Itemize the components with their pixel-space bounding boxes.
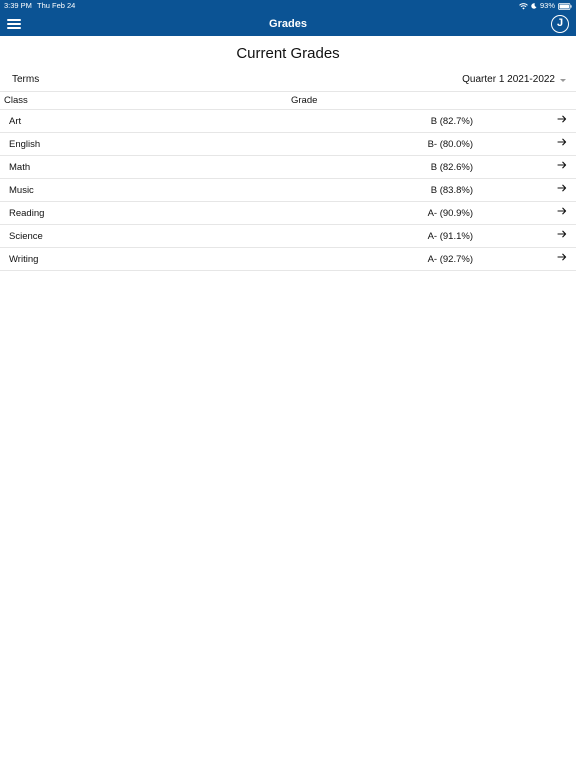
class-grade: B- (80.0%) [427, 139, 473, 150]
arrow-right-icon[interactable] [557, 160, 567, 170]
status-bar: 3:39 PM Thu Feb 24 93% [0, 0, 576, 12]
class-grade: B (82.6%) [430, 162, 473, 173]
class-name: Music [9, 185, 34, 196]
class-grade: A- (90.9%) [427, 208, 473, 219]
class-name: Art [9, 116, 22, 127]
table-row[interactable]: Math B (82.6%) [0, 156, 576, 179]
column-header-class: Class [4, 95, 28, 106]
status-time: 3:39 PM [4, 1, 32, 10]
class-grade: A- (92.7%) [427, 254, 473, 265]
battery-icon [558, 2, 572, 10]
grades-table: Art B (82.7%) English B- (80.0%) Math B … [0, 110, 576, 271]
terms-select[interactable]: Quarter 1 2021-2022 [462, 68, 566, 92]
status-date: Thu Feb 24 [37, 1, 76, 10]
page-title: Current Grades [236, 45, 340, 62]
wifi-icon [519, 2, 528, 10]
table-row[interactable]: Music B (83.8%) [0, 179, 576, 202]
class-grade: A- (91.1%) [427, 231, 473, 242]
column-header-grade: Grade [291, 95, 318, 106]
terms-selected-value: Quarter 1 2021-2022 [462, 74, 555, 85]
dropdown-caret-icon [560, 78, 566, 82]
arrow-right-icon[interactable] [557, 183, 567, 193]
table-row[interactable]: Writing A- (92.7%) [0, 248, 576, 271]
arrow-right-icon[interactable] [557, 229, 567, 239]
avatar[interactable]: J [551, 15, 569, 33]
status-indicators: 93% [519, 0, 572, 12]
class-name: Writing [9, 254, 39, 265]
table-row[interactable]: Science A- (91.1%) [0, 225, 576, 248]
battery-percent: 93% [539, 1, 555, 10]
arrow-right-icon[interactable] [557, 252, 567, 262]
class-name: Math [9, 162, 31, 173]
nav-bar: Grades J [0, 12, 576, 36]
terms-label: Terms [12, 74, 40, 85]
terms-row: Terms Quarter 1 2021-2022 [0, 68, 576, 92]
class-name: English [9, 139, 41, 150]
arrow-right-icon[interactable] [557, 137, 567, 147]
arrow-right-icon[interactable] [557, 206, 567, 216]
table-header: Class Grade [0, 92, 576, 110]
table-row[interactable]: English B- (80.0%) [0, 133, 576, 156]
arrow-right-icon[interactable] [557, 114, 567, 124]
class-grade: B (83.8%) [430, 185, 473, 196]
nav-title: Grades [269, 18, 307, 30]
table-row[interactable]: Art B (82.7%) [0, 110, 576, 133]
class-name: Reading [9, 208, 45, 219]
moon-icon [531, 3, 537, 9]
table-row[interactable]: Reading A- (90.9%) [0, 202, 576, 225]
class-name: Science [9, 231, 43, 242]
class-grade: B (82.7%) [430, 116, 473, 127]
